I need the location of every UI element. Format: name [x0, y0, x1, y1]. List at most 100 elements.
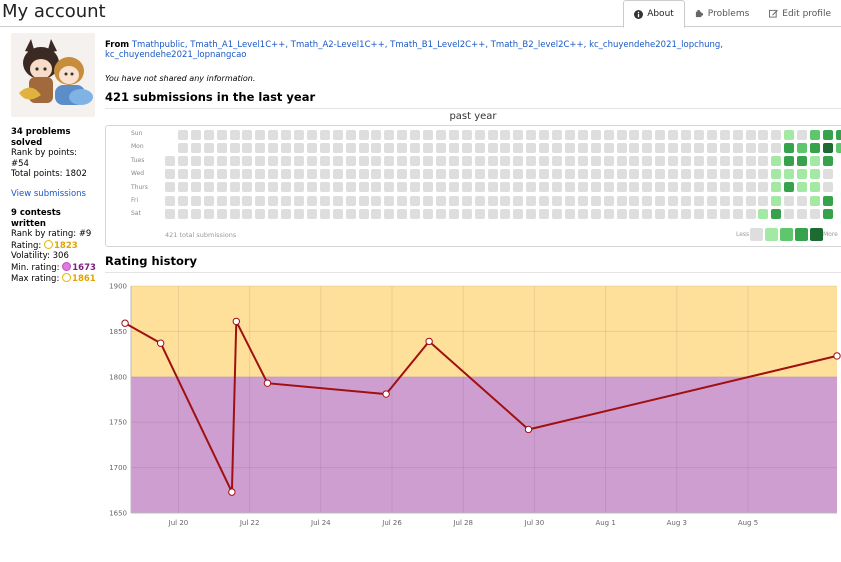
heatmap-cell[interactable]: [758, 143, 769, 154]
heatmap-cell[interactable]: [358, 156, 369, 167]
heatmap-cell[interactable]: [526, 182, 537, 193]
heatmap-cell[interactable]: [732, 130, 743, 140]
heatmap-cell[interactable]: [616, 130, 627, 140]
heatmap-cell[interactable]: [203, 208, 214, 219]
heatmap-cell[interactable]: [539, 182, 550, 193]
heatmap-cell[interactable]: [784, 195, 795, 206]
heatmap-cell[interactable]: [177, 182, 188, 193]
heatmap-cell[interactable]: [216, 195, 227, 206]
tab-about[interactable]: About: [623, 0, 685, 28]
heatmap-cell[interactable]: [642, 182, 653, 193]
heatmap-cell[interactable]: [822, 143, 833, 154]
heatmap-cell[interactable]: [487, 195, 498, 206]
heatmap-cell[interactable]: [435, 169, 446, 180]
heatmap-cell[interactable]: [487, 182, 498, 193]
heatmap-cell[interactable]: [345, 208, 356, 219]
heatmap-cell[interactable]: [706, 130, 717, 140]
heatmap-cell[interactable]: [268, 130, 279, 140]
heatmap-cell[interactable]: [771, 156, 782, 167]
heatmap-cell[interactable]: [577, 156, 588, 167]
heatmap-cell[interactable]: [758, 169, 769, 180]
heatmap-cell[interactable]: [590, 182, 601, 193]
heatmap-cell[interactable]: [177, 130, 188, 140]
heatmap-cell[interactable]: [255, 156, 266, 167]
heatmap-cell[interactable]: [448, 169, 459, 180]
heatmap-cell[interactable]: [216, 169, 227, 180]
heatmap-cell[interactable]: [629, 156, 640, 167]
heatmap-cell[interactable]: [693, 130, 704, 140]
heatmap-cell[interactable]: [526, 169, 537, 180]
heatmap-cell[interactable]: [526, 195, 537, 206]
heatmap-cell[interactable]: [797, 156, 808, 167]
organizations-links[interactable]: Tmathpublic, Tmath_A1_Level1C++, Tmath_A…: [105, 40, 723, 60]
heatmap-cell[interactable]: [603, 130, 614, 140]
heatmap-cell[interactable]: [474, 169, 485, 180]
heatmap-cell[interactable]: [397, 143, 408, 154]
heatmap-cell[interactable]: [745, 208, 756, 219]
heatmap-cell[interactable]: [423, 130, 433, 140]
heatmap-cell[interactable]: [177, 195, 188, 206]
heatmap-cell[interactable]: [190, 195, 201, 206]
heatmap-cell[interactable]: [526, 143, 537, 154]
heatmap-cell[interactable]: [797, 195, 808, 206]
heatmap-cell[interactable]: [590, 208, 601, 219]
heatmap-cell[interactable]: [448, 208, 459, 219]
tab-problems[interactable]: Problems: [685, 0, 759, 27]
heatmap-cell[interactable]: [719, 195, 730, 206]
heatmap-cell[interactable]: [281, 208, 292, 219]
heatmap-cell[interactable]: [771, 130, 782, 140]
heatmap-cell[interactable]: [706, 156, 717, 167]
heatmap-cell[interactable]: [539, 169, 550, 180]
heatmap-cell[interactable]: [410, 195, 421, 206]
heatmap-cell[interactable]: [681, 130, 691, 140]
heatmap-cell[interactable]: [629, 208, 640, 219]
heatmap-cell[interactable]: [616, 143, 627, 154]
heatmap-cell[interactable]: [526, 130, 537, 140]
heatmap-cell[interactable]: [165, 208, 175, 219]
heatmap-cell[interactable]: [332, 195, 343, 206]
heatmap-cell[interactable]: [268, 208, 279, 219]
heatmap-cell[interactable]: [294, 143, 304, 154]
heatmap-cell[interactable]: [655, 169, 666, 180]
heatmap-cell[interactable]: [629, 143, 640, 154]
heatmap-cell[interactable]: [693, 156, 704, 167]
heatmap-cell[interactable]: [758, 182, 769, 193]
heatmap-cell[interactable]: [255, 143, 266, 154]
heatmap-cell[interactable]: [552, 143, 562, 154]
heatmap-cell[interactable]: [435, 156, 446, 167]
heatmap-cell[interactable]: [693, 169, 704, 180]
heatmap-cell[interactable]: [435, 208, 446, 219]
heatmap-cell[interactable]: [423, 143, 433, 154]
heatmap-cell[interactable]: [345, 169, 356, 180]
heatmap-cell[interactable]: [719, 130, 730, 140]
heatmap-cell[interactable]: [487, 208, 498, 219]
heatmap-cell[interactable]: [642, 143, 653, 154]
heatmap-cell[interactable]: [552, 156, 562, 167]
heatmap-cell[interactable]: [229, 195, 240, 206]
heatmap-cell[interactable]: [371, 195, 382, 206]
heatmap-cell[interactable]: [190, 130, 201, 140]
heatmap-cell[interactable]: [461, 182, 472, 193]
heatmap-cell[interactable]: [474, 195, 485, 206]
heatmap-cell[interactable]: [603, 156, 614, 167]
heatmap-cell[interactable]: [229, 208, 240, 219]
heatmap-cell[interactable]: [539, 156, 550, 167]
rating-point[interactable]: [425, 337, 433, 346]
heatmap-cell[interactable]: [216, 182, 227, 193]
heatmap-cell[interactable]: [603, 143, 614, 154]
heatmap-cell[interactable]: [358, 143, 369, 154]
heatmap-cell[interactable]: [590, 156, 601, 167]
heatmap-cell[interactable]: [255, 169, 266, 180]
heatmap-cell[interactable]: [500, 195, 511, 206]
heatmap-cell[interactable]: [242, 156, 253, 167]
heatmap-cell[interactable]: [810, 130, 820, 140]
heatmap-cell[interactable]: [732, 169, 743, 180]
heatmap-cell[interactable]: [384, 130, 395, 140]
heatmap-cell[interactable]: [306, 130, 317, 140]
heatmap-cell[interactable]: [629, 182, 640, 193]
heatmap-cell[interactable]: [294, 169, 304, 180]
heatmap-cell[interactable]: [771, 208, 782, 219]
heatmap-cell[interactable]: [242, 130, 253, 140]
heatmap-cell[interactable]: [500, 182, 511, 193]
heatmap-cell[interactable]: [294, 208, 304, 219]
